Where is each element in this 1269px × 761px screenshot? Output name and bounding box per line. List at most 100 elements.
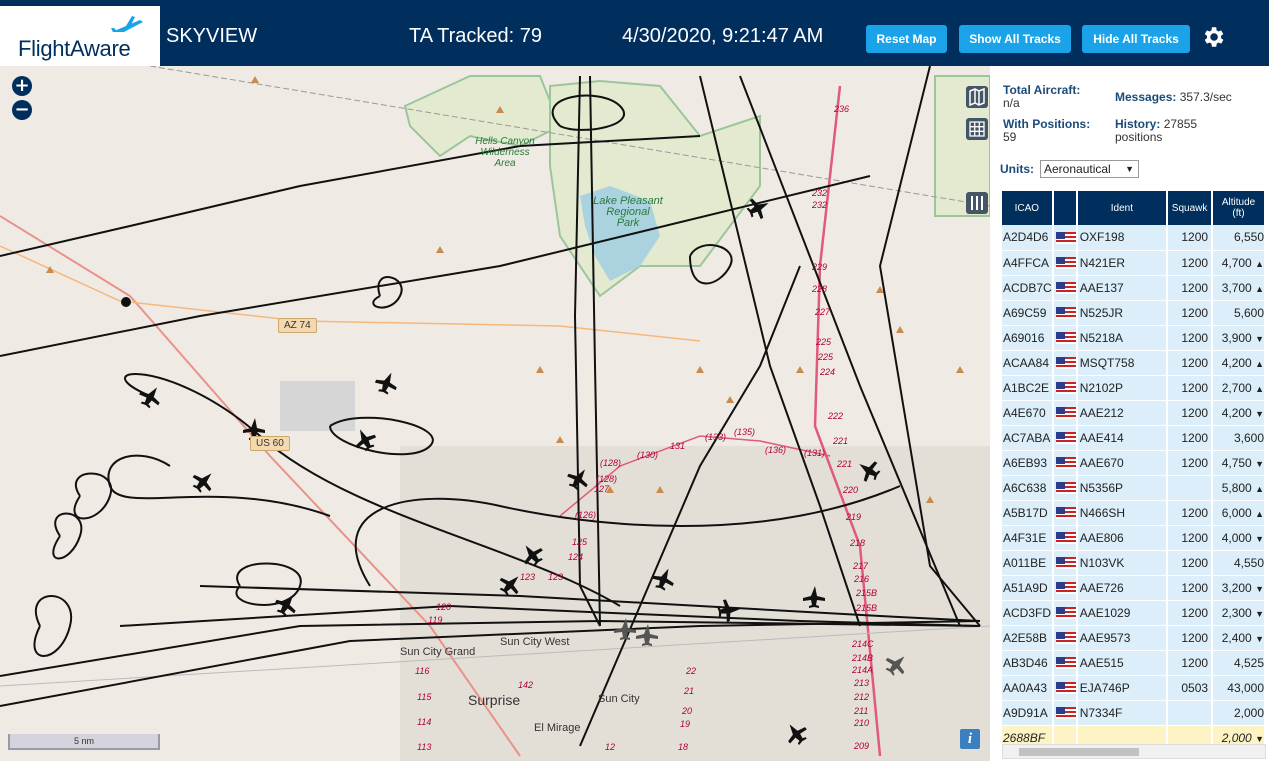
road-number: 127: [594, 484, 610, 494]
col-squawk[interactable]: Squawk: [1167, 191, 1214, 225]
ident-cell: N5218A: [1076, 325, 1169, 351]
road-number: 12: [605, 742, 616, 752]
altitude-cell: 4,200 ▲: [1212, 350, 1266, 376]
table-row[interactable]: A69C59 N525JR 1200 5,600: [1002, 300, 1266, 326]
road-number: 232: [812, 188, 828, 198]
altitude-cell: 2,700 ▲: [1212, 375, 1266, 401]
table-row[interactable]: AC7ABA AAE414 1200 3,600: [1002, 425, 1266, 451]
altitude-cell: 43,000: [1212, 675, 1266, 701]
altitude-cell: 4,750 ▼: [1212, 450, 1266, 476]
altitude-value: 4,700: [1221, 255, 1252, 270]
table-row[interactable]: AB3D46 AAE515 1200 4,525: [1002, 650, 1266, 676]
flag-cell: [1052, 250, 1078, 276]
zoom-in-button[interactable]: +: [12, 76, 32, 96]
road-number: 120: [436, 602, 452, 612]
altitude-value: 43,000: [1227, 680, 1264, 695]
map-layers-button[interactable]: [966, 86, 988, 108]
us-flag-icon: [1055, 407, 1076, 420]
table-row[interactable]: A51A9D AAE726 1200 3,200 ▼: [1002, 575, 1266, 601]
table-row[interactable]: A5B17D N466SH 1200 6,000 ▲: [1002, 500, 1266, 526]
road-number: 224: [820, 367, 836, 377]
ident-cell: AAE670: [1076, 450, 1169, 476]
ident-cell: N7334F: [1076, 700, 1169, 726]
zoom-out-button[interactable]: −: [12, 100, 32, 120]
scale-bar: 5 nm: [8, 734, 160, 750]
road-number: 210: [854, 718, 870, 728]
us-flag-icon: [1055, 657, 1076, 670]
road-number: 20: [682, 706, 693, 716]
ident-cell: AAE806: [1076, 525, 1169, 551]
table-row[interactable]: A011BE N103VK 1200 4,550: [1002, 550, 1266, 576]
altitude-cell: 3,600: [1212, 425, 1266, 451]
table-row[interactable]: A9D91A N7334F 2,000: [1002, 700, 1266, 726]
table-row[interactable]: A6C638 N5356P 5,800 ▲: [1002, 475, 1266, 501]
table-row[interactable]: A69016 N5218A 1200 3,900 ▼: [1002, 325, 1266, 351]
squawk-cell: 1200: [1167, 325, 1214, 351]
icao-cell: A4FFCA: [1002, 250, 1054, 276]
flightaware-logo[interactable]: FlightAware: [0, 6, 160, 66]
aircraft-icon: [375, 372, 397, 395]
total-aircraft-stat: Total Aircraft: n/a: [1003, 84, 1080, 110]
flag-cell: [1052, 325, 1078, 351]
flag-cell: [1052, 275, 1078, 301]
grid-button[interactable]: [966, 118, 988, 140]
aircraft-table: ICAO Ident Squawk Altitude (ft) A2D4D6 OX…: [1002, 191, 1266, 751]
aircraft-icon: [614, 618, 636, 640]
road-number: (128): [600, 458, 622, 468]
columns-button[interactable]: [966, 192, 988, 214]
table-row[interactable]: A4E670 AAE212 1200 4,200 ▼: [1002, 400, 1266, 426]
altitude-trend-icon: ▼: [1255, 733, 1264, 744]
col-icao[interactable]: ICAO: [1002, 191, 1054, 225]
hide-all-tracks-button[interactable]: Hide All Tracks: [1082, 25, 1190, 53]
squawk-cell: 1200: [1167, 450, 1214, 476]
flag-cell: [1052, 375, 1078, 401]
table-row[interactable]: A4F31E AAE806 1200 4,000 ▼: [1002, 525, 1266, 551]
ident-cell: N2102P: [1076, 375, 1169, 401]
show-all-tracks-button[interactable]: Show All Tracks: [959, 25, 1071, 53]
table-row[interactable]: A6EB93 AAE670 1200 4,750 ▼: [1002, 450, 1266, 476]
table-row[interactable]: A1BC2E N2102P 1200 2,700 ▲: [1002, 375, 1266, 401]
road-number: 209: [854, 741, 870, 751]
units-value: Aeronautical: [1044, 162, 1111, 176]
ident-cell: EJA746P: [1076, 675, 1169, 701]
icao-cell: A2D4D6: [1002, 225, 1054, 251]
flag-cell: [1052, 625, 1078, 651]
table-row[interactable]: A2D4D6 OXF198 1200 6,550: [1002, 225, 1266, 251]
flag-cell: [1052, 225, 1078, 251]
table-row[interactable]: AA0A43 EJA746P 0503 43,000: [1002, 675, 1266, 701]
altitude-value: 3,900: [1221, 330, 1252, 345]
col-ident[interactable]: Ident: [1076, 191, 1169, 225]
info-button[interactable]: i: [960, 729, 980, 749]
table-row[interactable]: A4FFCA N421ER 1200 4,700 ▲: [1002, 250, 1266, 276]
map-canvas[interactable]: Hells Canyon Wilderness Area Lake Pleasa…: [0, 66, 990, 761]
table-row[interactable]: ACDB7C AAE137 1200 3,700 ▲: [1002, 275, 1266, 301]
altitude-trend-icon: ▲: [1255, 258, 1264, 269]
scrollbar-thumb[interactable]: [1019, 748, 1139, 756]
altitude-trend-icon: ▼: [1255, 608, 1264, 619]
table-row[interactable]: A2E58B AAE9573 1200 2,400 ▼: [1002, 625, 1266, 651]
road-number: 18: [678, 742, 689, 752]
col-altitude[interactable]: Altitude (ft): [1212, 191, 1266, 225]
horizontal-scrollbar[interactable]: [1002, 744, 1266, 759]
table-header-row: ICAO Ident Squawk Altitude (ft): [1002, 191, 1266, 225]
altitude-trend-icon: ▼: [1255, 333, 1264, 344]
altitude-value: 2,300: [1221, 605, 1252, 620]
reset-map-button[interactable]: Reset Map: [866, 25, 947, 53]
table-row[interactable]: ACAA84 MSQT758 1200 4,200 ▲: [1002, 350, 1266, 376]
altitude-trend-icon: ▼: [1255, 458, 1264, 469]
altitude-cell: 5,600: [1212, 300, 1266, 326]
altitude-trend-icon: ▲: [1255, 283, 1264, 294]
flag-cell: [1052, 475, 1078, 501]
ident-cell: N5356P: [1076, 475, 1169, 501]
altitude-cell: 6,550: [1212, 225, 1266, 251]
road-number: 21: [684, 686, 695, 696]
altitude-cell: 2,000: [1212, 700, 1266, 726]
gear-icon[interactable]: [1200, 24, 1226, 50]
table-row[interactable]: ACD3FD AAE1029 1200 2,300 ▼: [1002, 600, 1266, 626]
logo-text: FlightAware: [18, 36, 131, 61]
units-select[interactable]: Aeronautical ▼: [1040, 160, 1139, 178]
flag-cell: [1052, 650, 1078, 676]
dropdown-arrow-icon: ▼: [1125, 164, 1134, 174]
road-number: 22: [686, 666, 697, 676]
road-number: 232: [812, 200, 828, 210]
